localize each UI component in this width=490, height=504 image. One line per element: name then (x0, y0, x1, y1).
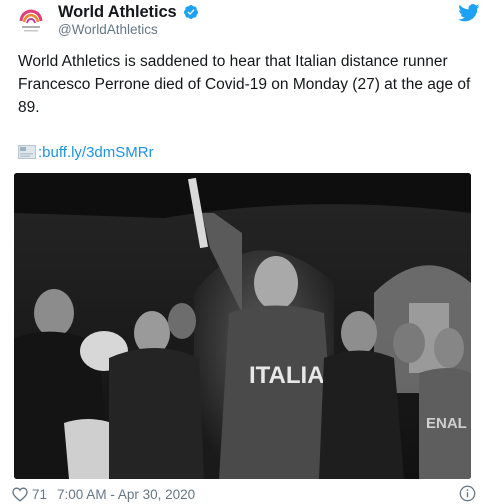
tweet-link-row[interactable]: :buff.ly/3dmSMRr (18, 143, 154, 161)
jersey-text: ITALIA (249, 362, 325, 389)
author-name-row: World Athletics (58, 2, 199, 22)
author-display-name[interactable]: World Athletics (58, 3, 177, 22)
tweet-card: World Athletics @WorldAthletics World At… (0, 0, 490, 504)
tweet-link[interactable]: :buff.ly/3dmSMRr (38, 144, 154, 161)
tweet-footer: 71 7:00 AM - Apr 30, 2020 (12, 485, 480, 503)
tweet-timestamp[interactable]: 7:00 AM - Apr 30, 2020 (57, 487, 195, 502)
tweet-photo[interactable]: ITALIA ENAL (14, 173, 471, 479)
heart-icon[interactable] (12, 486, 28, 502)
author-handle[interactable]: @WorldAthletics (58, 22, 158, 37)
link-preview-icon (18, 145, 36, 159)
badge-text: ENAL (426, 415, 467, 432)
like-count: 71 (32, 486, 48, 502)
twitter-bird-icon[interactable] (458, 4, 480, 22)
world-athletics-logo[interactable] (16, 6, 46, 36)
verified-badge-icon (183, 5, 198, 19)
black-and-white-photo: ITALIA ENAL (14, 173, 471, 479)
info-icon[interactable] (459, 485, 476, 502)
tweet-text: World Athletics is saddened to hear that… (18, 53, 471, 116)
